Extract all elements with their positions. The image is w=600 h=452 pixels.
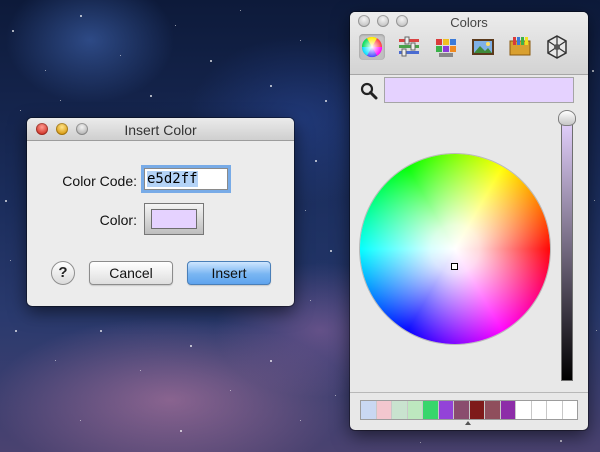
insert-color-dialog: Insert Color Color Code: e5d2ff Color: ?…	[27, 118, 294, 306]
color-swatch	[151, 209, 197, 229]
color-wheel-cursor[interactable]	[451, 263, 458, 270]
crayons-icon[interactable]	[507, 34, 533, 60]
swatch-12[interactable]	[531, 401, 547, 419]
swatch-11[interactable]	[516, 401, 532, 419]
dialog-titlebar[interactable]: Insert Color	[27, 118, 294, 141]
color-wheel-icon[interactable]	[359, 34, 385, 60]
color-label: Color:	[99, 212, 137, 228]
swatch-6[interactable]	[438, 401, 454, 419]
dialog-title: Insert Color	[124, 122, 197, 138]
swatch-palette	[360, 400, 578, 420]
resize-grip-icon[interactable]	[465, 421, 471, 425]
search-icon[interactable]	[360, 82, 378, 100]
color-well[interactable]	[144, 203, 204, 235]
image-palettes-icon[interactable]	[470, 34, 496, 60]
help-button[interactable]: ?	[51, 261, 75, 285]
color-sliders-icon[interactable]	[396, 34, 422, 60]
swatch-4[interactable]	[407, 401, 423, 419]
swatch-8[interactable]	[469, 401, 485, 419]
brightness-slider[interactable]	[561, 117, 573, 381]
swatch-9[interactable]	[485, 401, 501, 419]
cancel-button[interactable]: Cancel	[89, 261, 173, 285]
swatch-5[interactable]	[423, 401, 439, 419]
insert-button[interactable]: Insert	[187, 261, 271, 285]
swatch-14[interactable]	[562, 401, 577, 419]
colors-toolbar: Colors	[350, 12, 588, 75]
swatch-13[interactable]	[547, 401, 563, 419]
brightness-slider-knob[interactable]	[558, 110, 576, 126]
swatch-7[interactable]	[454, 401, 470, 419]
color-code-input[interactable]: e5d2ff	[144, 168, 228, 190]
color-palettes-icon[interactable]	[433, 34, 459, 60]
color-wheel-saturation	[360, 154, 550, 344]
spectrum-icon[interactable]	[544, 34, 570, 60]
color-name-field[interactable]	[384, 77, 574, 103]
colors-panel: Colors	[350, 12, 588, 430]
color-wheel[interactable]	[360, 154, 550, 344]
swatch-2[interactable]	[376, 401, 392, 419]
swatch-divider	[350, 392, 588, 393]
color-code-label: Color Code:	[62, 173, 137, 189]
swatch-1[interactable]	[361, 401, 377, 419]
swatch-10[interactable]	[500, 401, 516, 419]
colors-title: Colors	[450, 15, 488, 30]
color-code-value: e5d2ff	[147, 171, 198, 187]
swatch-3[interactable]	[392, 401, 408, 419]
